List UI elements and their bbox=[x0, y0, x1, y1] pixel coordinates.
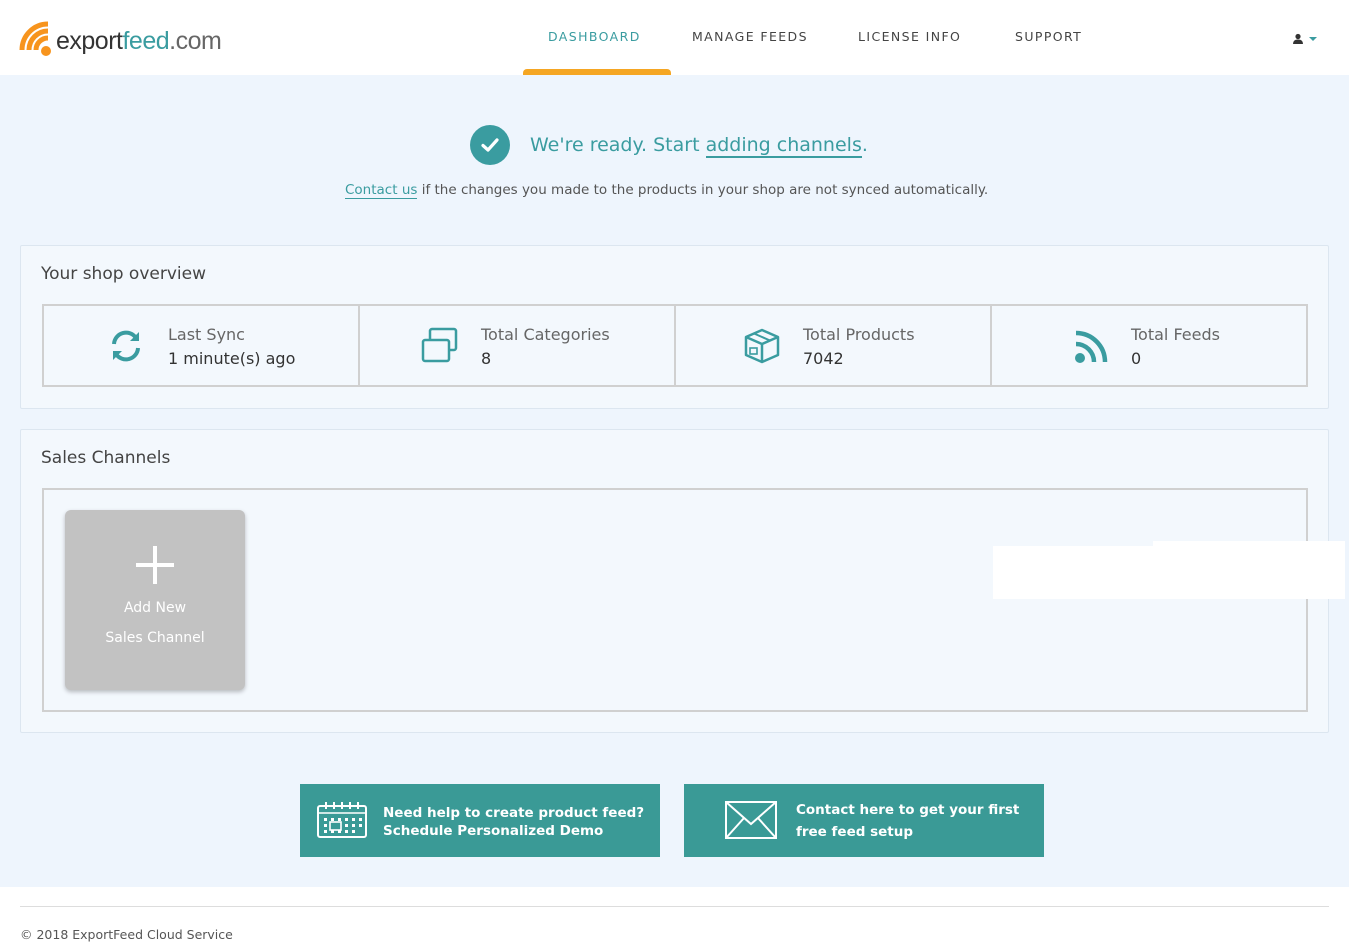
stat-label: Total Products bbox=[803, 325, 915, 344]
stat-value: 1 minute(s) ago bbox=[168, 349, 296, 368]
schedule-demo-button[interactable]: Need help to create product feed? Schedu… bbox=[300, 784, 660, 857]
schedule-demo-line2: Schedule Personalized Demo bbox=[383, 823, 604, 839]
categories-icon bbox=[421, 327, 458, 363]
nav-dashboard[interactable]: DASHBOARD bbox=[548, 29, 641, 44]
contact-setup-button[interactable]: Contact here to get your first free feed… bbox=[684, 784, 1044, 857]
copyright-text: © 2018 ExportFeed Cloud Service bbox=[20, 927, 233, 942]
contact-setup-text: Contact here to get your first free feed… bbox=[796, 799, 1019, 843]
contact-setup-line2: free feed setup bbox=[796, 824, 914, 840]
user-menu-toggle[interactable] bbox=[1292, 33, 1317, 45]
ready-suffix: . bbox=[861, 134, 868, 156]
stat-total-categories: Total Categories 8 bbox=[360, 306, 676, 385]
schedule-demo-line1: Need help to create product feed? bbox=[383, 805, 645, 821]
sync-note-text: if the changes you made to the products … bbox=[417, 182, 989, 198]
stat-value: 8 bbox=[481, 349, 492, 368]
user-icon bbox=[1293, 33, 1303, 44]
exportfeed-logo[interactable]: exportfeed.com bbox=[18, 20, 222, 60]
shop-overview-title: Your shop overview bbox=[41, 264, 206, 284]
top-navbar: exportfeed.com DASHBOARD MANAGE FEEDS LI… bbox=[0, 0, 1349, 75]
nav-manage-feeds[interactable]: MANAGE FEEDS bbox=[692, 29, 808, 44]
dashboard-content: We're ready. Start adding channels. Cont… bbox=[0, 75, 1349, 887]
adding-channels-link[interactable]: adding channels bbox=[705, 134, 862, 158]
stats-row: Last Sync 1 minute(s) ago Total Categori… bbox=[42, 304, 1308, 387]
stat-label: Last Sync bbox=[168, 325, 245, 344]
sales-channels-title: Sales Channels bbox=[41, 448, 171, 468]
ready-text: We're ready. Start adding channels. bbox=[530, 134, 868, 158]
contact-setup-line1: Contact here to get your first bbox=[796, 802, 1020, 818]
footer: © 2018 ExportFeed Cloud Service bbox=[0, 887, 1349, 952]
add-channel-line2: Sales Channel bbox=[105, 630, 205, 646]
footer-divider bbox=[20, 906, 1329, 907]
plus-icon bbox=[136, 546, 174, 584]
stat-label: Total Categories bbox=[481, 325, 610, 344]
rss-icon bbox=[1075, 330, 1108, 363]
sync-note: Contact us if the changes you made to th… bbox=[345, 182, 989, 199]
ready-prefix: We're ready. Start bbox=[530, 134, 706, 156]
blank-overlay bbox=[993, 546, 1153, 599]
add-channel-line1: Add New bbox=[123, 600, 187, 616]
stat-label: Total Feeds bbox=[1131, 325, 1220, 344]
stat-value: 0 bbox=[1131, 349, 1142, 368]
contact-us-link[interactable]: Contact us bbox=[345, 182, 418, 199]
stat-value: 7042 bbox=[803, 349, 844, 368]
channels-list: Add New Sales Channel bbox=[42, 488, 1308, 712]
check-circle-icon bbox=[470, 125, 510, 165]
stat-last-sync: Last Sync 1 minute(s) ago bbox=[44, 306, 360, 385]
stat-total-feeds: Total Feeds 0 bbox=[992, 306, 1306, 385]
logo-signal-icon bbox=[18, 20, 58, 60]
sync-icon bbox=[112, 330, 140, 362]
blank-overlay bbox=[1153, 541, 1345, 599]
stat-total-products: Total Products 7042 bbox=[676, 306, 992, 385]
envelope-icon bbox=[725, 801, 777, 839]
box-icon bbox=[744, 328, 780, 364]
schedule-demo-text: Need help to create product feed? Schedu… bbox=[383, 804, 644, 840]
logo-text: exportfeed.com bbox=[56, 26, 222, 55]
add-sales-channel-button[interactable]: Add New Sales Channel bbox=[65, 510, 245, 690]
calendar-icon bbox=[317, 802, 367, 838]
nav-license-info[interactable]: LICENSE INFO bbox=[858, 29, 961, 44]
shop-overview-panel: Your shop overview Last Sync 1 minute(s)… bbox=[20, 245, 1329, 409]
ready-message: We're ready. Start adding channels. bbox=[470, 125, 868, 165]
chevron-down-icon bbox=[1309, 37, 1317, 41]
nav-support[interactable]: SUPPORT bbox=[1015, 29, 1082, 44]
